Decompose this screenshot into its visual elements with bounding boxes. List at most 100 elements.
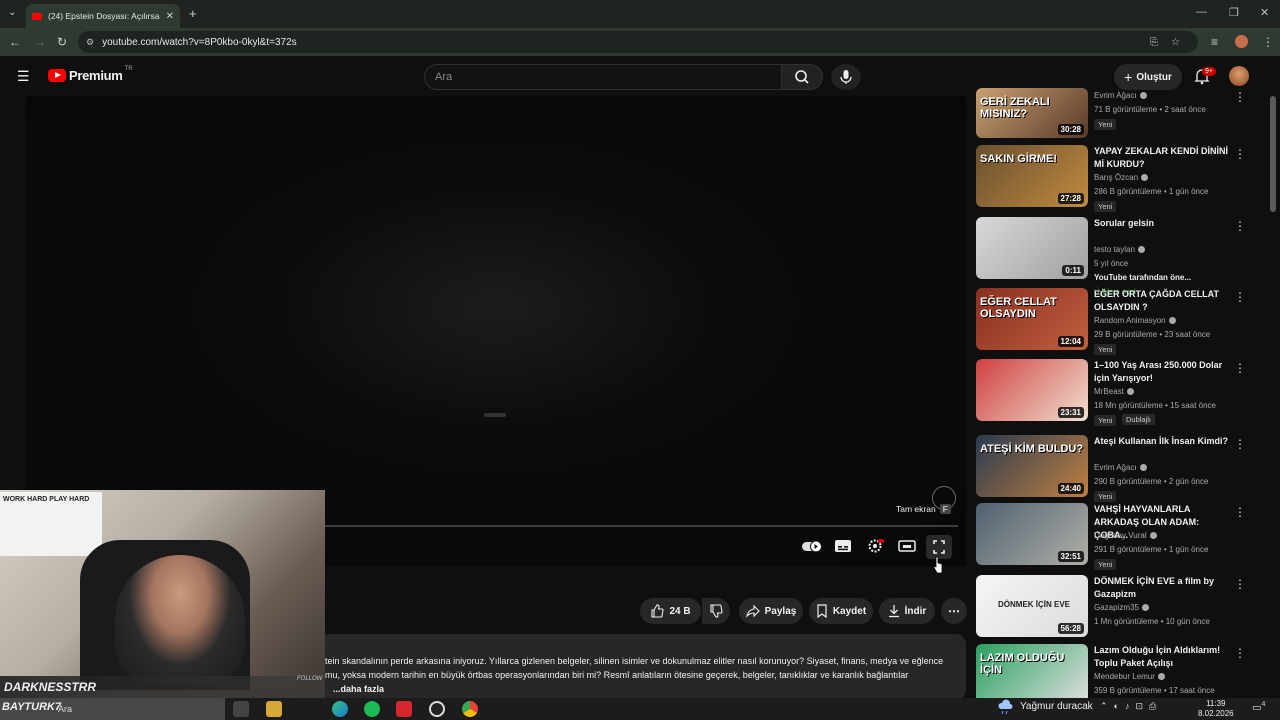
video-thumbnail[interactable]: DÖNMEK İÇİN EVE 56:28: [976, 575, 1088, 637]
search-input[interactable]: Ara: [424, 64, 782, 90]
clock-time: 11:39: [1206, 699, 1226, 708]
video-meta: 1 Mn görüntüleme • 10 gün önce: [1094, 617, 1210, 626]
video-options-icon[interactable]: ⋮: [1234, 577, 1246, 591]
site-info-icon[interactable]: ⚙: [86, 37, 94, 48]
url-field[interactable]: ⚙ youtube.com/watch?v=8P0kbo-0kyl&t=372s…: [78, 31, 1198, 53]
taskbar-clock[interactable]: 11:39 8.02.2026: [1198, 699, 1234, 719]
video-duration: 24:40: [1057, 483, 1084, 494]
browser-menu-icon[interactable]: ⋮: [1262, 35, 1274, 49]
video-thumbnail[interactable]: GERİ ZEKALI MISINIZ? 30:28: [976, 88, 1088, 138]
streamer-name-banner: DARKNESSTRR: [0, 676, 325, 698]
video-title[interactable]: 1–100 Yaş Arası 250.000 Dolar için Yarış…: [1094, 359, 1232, 385]
channel-name[interactable]: Mendebur Lemur: [1094, 672, 1165, 681]
video-options-icon[interactable]: ⋮: [1234, 505, 1246, 519]
youtube-premium-logo[interactable]: Premium TR: [48, 66, 133, 83]
video-options-icon[interactable]: ⋮: [1234, 219, 1246, 233]
channel-name[interactable]: Barış Özcan: [1094, 173, 1149, 182]
video-title[interactable]: EĞER ORTA ÇAĞDA CELLAT OLSAYDIN ?: [1094, 288, 1232, 314]
subtitles-icon[interactable]: [834, 539, 852, 553]
hamburger-menu-icon[interactable]: ☰: [17, 68, 30, 85]
save-button[interactable]: Kaydet: [809, 598, 873, 624]
weather-widget[interactable]: Yağmur duracak: [1020, 701, 1093, 712]
share-button[interactable]: Paylaş: [739, 598, 803, 624]
video-title[interactable]: DÖNMEK İÇİN EVE a film by Gazapizm: [1094, 575, 1232, 601]
share-label: Paylaş: [764, 605, 797, 617]
video-title[interactable]: Ateşi Kullanan İlk İnsan Kimdi?: [1094, 435, 1232, 448]
channel-name[interactable]: Gazapizm35: [1094, 603, 1149, 612]
reading-list-icon[interactable]: ≡: [1211, 35, 1218, 49]
description-line: tein skandalının perde arkasına iniyoruz…: [325, 656, 944, 666]
chrome-icon[interactable]: [462, 701, 478, 717]
page-scrollbar[interactable]: [1270, 96, 1276, 212]
video-options-icon[interactable]: ⋮: [1234, 290, 1246, 304]
video-thumbnail[interactable]: 32:51: [976, 503, 1088, 565]
channel-name[interactable]: testo taylan: [1094, 245, 1145, 254]
new-badge: Yeni: [1094, 344, 1117, 355]
task-view-icon[interactable]: [233, 701, 249, 717]
profile-avatar[interactable]: [1235, 35, 1248, 48]
obs-studio-icon[interactable]: [429, 701, 445, 717]
video-thumbnail[interactable]: SAKIN GİRME! 27:28: [976, 145, 1088, 207]
channel-name[interactable]: Evrim Ağacı: [1094, 91, 1147, 100]
channel-name[interactable]: Random Animasyon: [1094, 316, 1176, 325]
thumbnail-caption: EĞER CELLAT OLSAYDIN: [980, 296, 1057, 320]
video-options-icon[interactable]: ⋮: [1234, 147, 1246, 161]
edge-browser-icon[interactable]: [332, 701, 348, 717]
more-actions-button[interactable]: ⋯: [941, 598, 967, 624]
system-tray-icons[interactable]: ⌃◐♪⊡⎙: [1100, 701, 1162, 712]
streaming-app-icon[interactable]: [396, 701, 412, 717]
install-app-icon[interactable]: ⎘: [1150, 37, 1158, 48]
video-thumbnail[interactable]: ATEŞİ KİM BULDU? 24:40: [976, 435, 1088, 497]
download-label: İndir: [904, 605, 927, 617]
like-button[interactable]: 24 B: [640, 598, 701, 624]
bookmark-star-icon[interactable]: ☆: [1171, 37, 1180, 48]
video-thumbnail[interactable]: EĞER CELLAT OLSAYDIN 12:04: [976, 288, 1088, 350]
download-button[interactable]: İndir: [879, 598, 935, 624]
channel-name[interactable]: MrBeast: [1094, 387, 1134, 396]
voice-search-button[interactable]: [831, 64, 861, 90]
dislike-button[interactable]: [702, 598, 730, 624]
video-options-icon[interactable]: ⋮: [1234, 437, 1246, 451]
video-title[interactable]: Sorular gelsin: [1094, 217, 1232, 230]
tab-close-icon[interactable]: ✕: [166, 11, 174, 22]
video-thumbnail[interactable]: LAZIM OLDUĞU İÇİN: [976, 644, 1088, 706]
create-button[interactable]: + Oluştur: [1114, 64, 1182, 90]
video-options-icon[interactable]: ⋮: [1234, 646, 1246, 660]
verified-icon: [1126, 388, 1134, 396]
minimize-icon[interactable]: —: [1196, 6, 1207, 18]
video-thumbnail[interactable]: 0:11: [976, 217, 1088, 279]
featured-note: YouTube tarafından öne...: [1094, 273, 1192, 282]
search-button[interactable]: [781, 64, 823, 90]
reload-icon[interactable]: ↻: [57, 35, 67, 49]
video-meta: 359 B görüntüleme • 17 saat önce: [1094, 686, 1215, 695]
theater-mode-icon[interactable]: [898, 539, 916, 553]
autoplay-toggle-icon[interactable]: [801, 539, 823, 553]
tab-search-icon[interactable]: ⌄: [8, 7, 16, 18]
download-icon: [888, 605, 899, 618]
video-title[interactable]: YAPAY ZEKALAR KENDİ DİNİNİ Mİ KURDU?: [1094, 145, 1232, 171]
back-icon[interactable]: ←: [9, 35, 21, 49]
new-tab-icon[interactable]: +: [189, 6, 197, 21]
file-explorer-icon[interactable]: [266, 701, 282, 717]
restore-icon[interactable]: ❐: [1229, 6, 1239, 19]
video-thumbnail[interactable]: 23:31: [976, 359, 1088, 421]
window-close-icon[interactable]: ✕: [1260, 6, 1269, 19]
channel-name-text: Gazapizm35: [1094, 603, 1139, 612]
video-options-icon[interactable]: ⋮: [1234, 361, 1246, 375]
channel-name[interactable]: Doğanay Vural: [1094, 531, 1157, 540]
youtube-favicon-icon: [32, 12, 42, 20]
browser-tab[interactable]: (24) Epstein Dosyası: Açılırsa He ✕: [26, 4, 180, 28]
settings-gear-icon[interactable]: [866, 539, 884, 553]
fullscreen-tooltip: Tam ekran F: [896, 504, 951, 514]
notification-center-icon[interactable]: ▭4: [1252, 701, 1265, 713]
video-options-icon[interactable]: ⋮: [1234, 90, 1246, 104]
forward-icon[interactable]: →: [34, 35, 46, 49]
channel-name[interactable]: Evrim Ağacı: [1094, 463, 1147, 472]
show-more-link[interactable]: ...daha fazla: [325, 682, 965, 696]
video-title[interactable]: Lazım Olduğu İçin Aldıklarım! Toplu Pake…: [1094, 644, 1232, 670]
channel-name-text: Random Animasyon: [1094, 316, 1166, 325]
video-meta: 286 B görüntüleme • 1 gün önce: [1094, 187, 1209, 196]
video-progress-bar[interactable]: [300, 525, 958, 527]
user-avatar[interactable]: [1229, 66, 1249, 86]
spotify-icon[interactable]: [364, 701, 380, 717]
